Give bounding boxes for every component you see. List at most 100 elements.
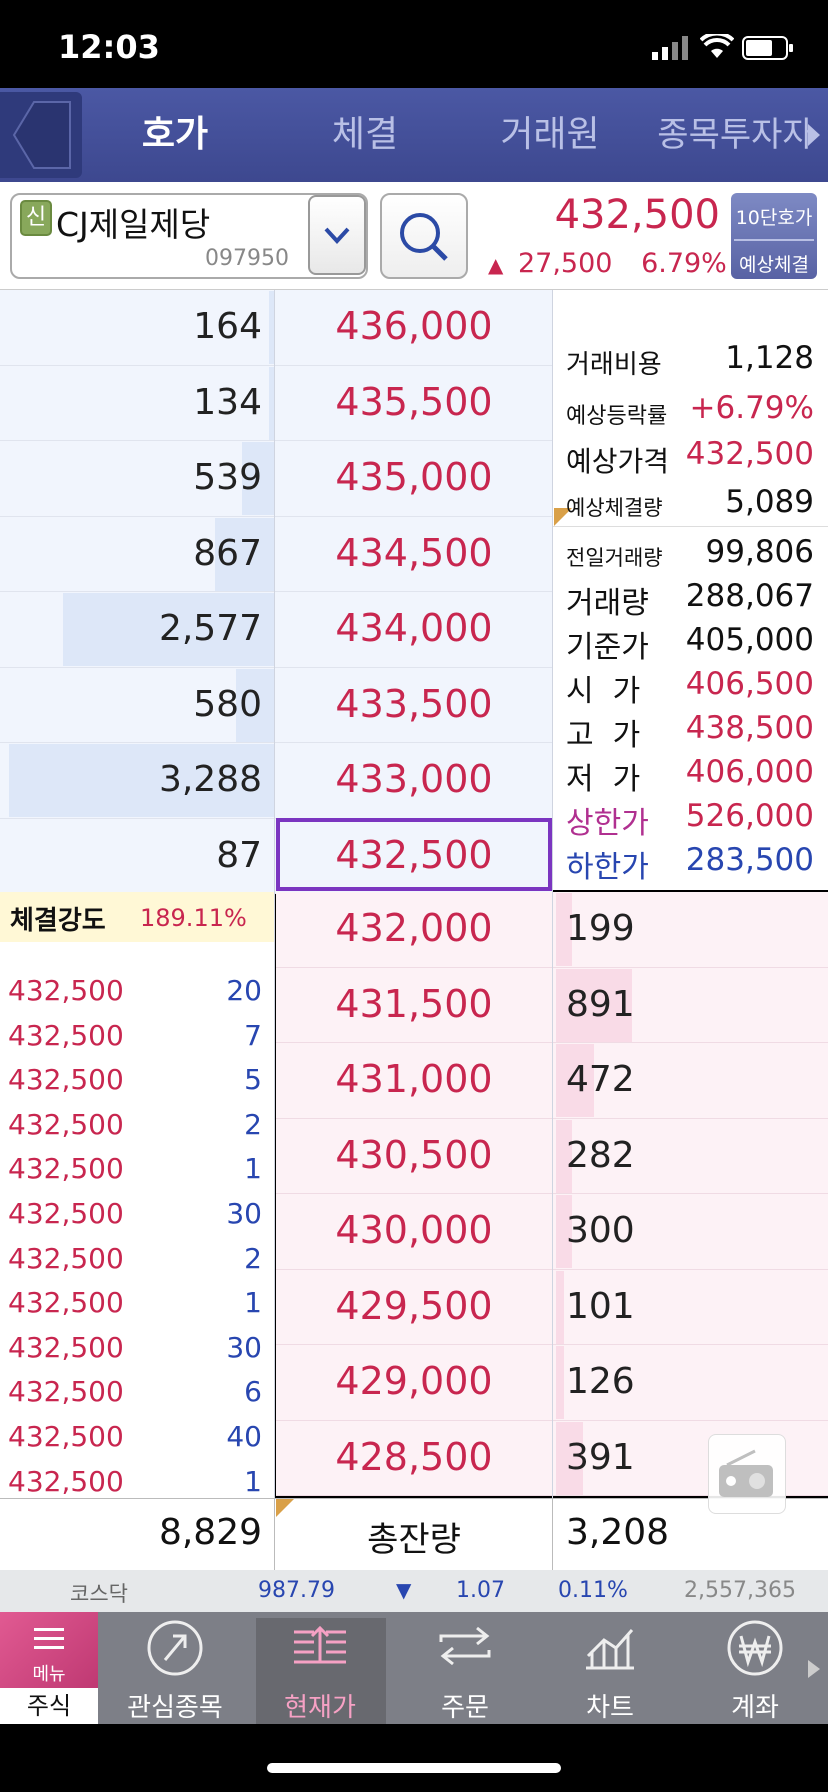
market-index: 987.79 — [258, 1578, 335, 1603]
fee-value: 1,128 — [725, 340, 814, 376]
tick-volume: 5 — [244, 1063, 262, 1097]
signal-icon — [652, 36, 692, 60]
radio-button[interactable] — [708, 1434, 786, 1514]
open-label: 시 가 — [566, 674, 641, 709]
bid-price[interactable]: 430,000 — [276, 1208, 552, 1252]
bid-price[interactable]: 431,500 — [276, 982, 552, 1026]
button-line1: 10단호가 — [735, 207, 813, 229]
battery-icon — [742, 36, 794, 60]
tab-scroll-arrow-icon[interactable] — [806, 122, 822, 148]
nav-more-icon[interactable] — [806, 1658, 822, 1680]
exp-price-label: 예상가격 — [566, 445, 670, 478]
bid-price[interactable]: 432,000 — [276, 906, 552, 950]
ask-price[interactable]: 435,500 — [276, 380, 552, 424]
search-button[interactable] — [380, 193, 468, 279]
tick-volume: 20 — [226, 974, 262, 1007]
market-rate: 0.11% — [558, 1578, 628, 1603]
chevron-down-icon — [324, 227, 350, 244]
bid-total: 3,208 — [566, 1512, 670, 1553]
ask-price[interactable]: 433,000 — [276, 757, 552, 801]
back-button[interactable] — [0, 92, 82, 178]
tab-trades[interactable]: 체결 — [290, 88, 440, 182]
current-price-highlight[interactable] — [276, 818, 552, 891]
ten-level-toggle-button[interactable]: 10단호가 예상체결 — [731, 193, 817, 279]
bid-quantity: 891 — [566, 983, 635, 1025]
ask-price[interactable]: 434,500 — [276, 531, 552, 575]
tab-hoga[interactable]: 호가 — [100, 88, 250, 182]
change-value: 27,500 — [517, 248, 613, 279]
tick-price: 432,500 — [8, 1286, 124, 1320]
high-value: 438,500 — [685, 710, 814, 746]
strength-label: 체결강도 — [10, 906, 106, 936]
home-area — [0, 1724, 828, 1792]
hamburger-icon — [34, 1628, 64, 1649]
ask-quantity: 3,288 — [158, 759, 262, 800]
nav-watchlist[interactable]: 관심종목 — [115, 1612, 235, 1724]
tick-price: 432,500 — [8, 1018, 124, 1052]
wifi-icon — [699, 31, 735, 60]
ask-quantity: 539 — [193, 457, 262, 498]
bid-price[interactable]: 429,000 — [276, 1359, 552, 1403]
nav-current-price[interactable]: 현재가 — [260, 1612, 380, 1724]
credit-badge: 신 — [20, 200, 52, 236]
home-indicator[interactable] — [267, 1763, 561, 1773]
bid-price[interactable]: 431,000 — [276, 1057, 552, 1101]
tick-price: 432,500 — [8, 1107, 124, 1141]
ask-quantity: 2,577 — [158, 608, 262, 649]
bid-volume-bar — [556, 1270, 565, 1344]
tick-volume: 7 — [244, 1018, 262, 1052]
stock-tab[interactable]: 주식 — [0, 1688, 98, 1724]
ask-price[interactable]: 435,000 — [276, 455, 552, 499]
low-label: 저 가 — [566, 762, 641, 797]
upper-limit-value: 526,000 — [685, 798, 814, 834]
watchlist-icon — [147, 1620, 203, 1676]
order-icon — [439, 1626, 491, 1666]
bid-volume-bar — [556, 1346, 565, 1419]
ask-quantity: 580 — [193, 683, 262, 725]
stock-name[interactable]: CJ제일제당 — [56, 198, 210, 246]
price-change: ▲ 27,500 6.79% — [488, 248, 727, 279]
volume-value: 288,067 — [685, 578, 814, 614]
bid-quantity: 101 — [566, 1285, 635, 1327]
upper-limit-label: 상한가 — [566, 806, 649, 841]
tick-volume: 30 — [226, 1197, 262, 1230]
nav-chart[interactable]: 차트 — [550, 1612, 670, 1724]
tick-volume: 1 — [244, 1152, 262, 1186]
bid-quantity: 391 — [566, 1436, 635, 1478]
prev-vol-label: 전일거래량 — [566, 546, 663, 570]
prev-vol-value: 99,806 — [705, 534, 814, 570]
tick-price: 432,500 — [8, 1420, 124, 1453]
open-value: 406,500 — [685, 666, 814, 702]
bid-quantity: 199 — [566, 908, 635, 949]
down-arrow-icon: ▼ — [396, 1578, 412, 1602]
bid-price[interactable]: 428,500 — [276, 1435, 552, 1479]
tab-brokers[interactable]: 거래원 — [470, 88, 630, 182]
nav-account[interactable]: 계좌 — [695, 1612, 815, 1724]
fee-label: 거래비용 — [566, 350, 662, 380]
strength-value: 189.11% — [140, 904, 247, 932]
won-icon — [727, 1620, 783, 1676]
tab-investors[interactable]: 종목투자자 — [648, 88, 823, 182]
tick-price: 432,500 — [8, 1375, 124, 1409]
menu-label: 메뉴 — [32, 1664, 66, 1685]
radio-icon — [719, 1449, 773, 1497]
bid-price[interactable]: 429,500 — [276, 1284, 552, 1328]
low-value: 406,000 — [685, 754, 814, 790]
up-arrow-icon: ▲ — [488, 253, 504, 277]
ask-quantity: 867 — [193, 532, 262, 574]
bid-quantity: 282 — [566, 1134, 635, 1176]
volume-label: 거래량 — [566, 586, 649, 621]
market-volume: 2,557,365 — [684, 1578, 796, 1603]
current-price: 432,500 — [554, 192, 720, 238]
bid-price[interactable]: 430,500 — [276, 1133, 552, 1177]
tick-volume: 30 — [226, 1330, 262, 1364]
ask-price[interactable]: 436,000 — [276, 304, 552, 348]
tick-price: 432,500 — [8, 1241, 124, 1275]
dropdown-button[interactable] — [308, 195, 366, 275]
ask-price[interactable]: 433,500 — [276, 682, 552, 726]
ask-price[interactable]: 434,000 — [276, 606, 552, 650]
chart-icon — [586, 1629, 634, 1670]
ask-total: 8,829 — [158, 1512, 262, 1553]
tick-volume: 1 — [244, 1286, 262, 1320]
nav-order[interactable]: 주문 — [405, 1612, 525, 1724]
